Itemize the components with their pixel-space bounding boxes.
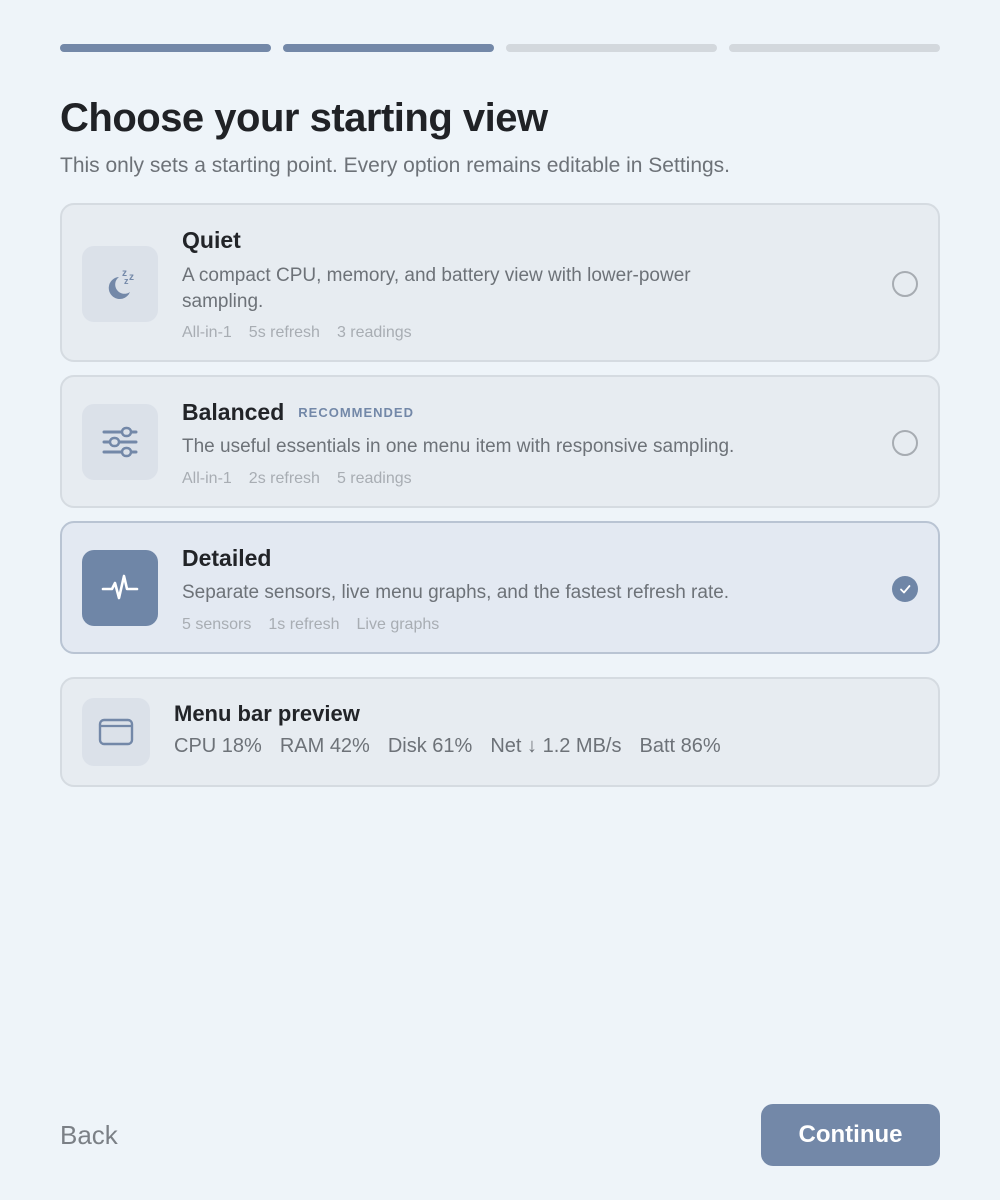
option-description: Separate sensors, live menu graphs, and … (182, 582, 730, 603)
option-radio-balanced[interactable] (892, 430, 918, 456)
meta-sensors: 5 sensors (182, 616, 252, 633)
option-card-balanced[interactable]: Balanced RECOMMENDED The useful essential… (60, 375, 940, 508)
option-radio-quiet[interactable] (892, 271, 918, 297)
option-card-quiet[interactable]: z z z Quiet A compact CPU, memory, and b… (60, 203, 940, 362)
moon-sleep-icon: z z z (82, 246, 158, 322)
option-name: Quiet (182, 227, 241, 253)
page-subtitle: This only sets a starting point. Every o… (60, 154, 731, 177)
meta-readings: 3 readings (336, 324, 412, 341)
stat-net: Net ↓ 1.2 MB/s (490, 735, 622, 757)
preview-stats: CPU 18% RAM 42% Disk 61% Net ↓ 1.2 MB/s … (174, 735, 721, 758)
option-description: The useful essentials in one menu item w… (182, 436, 735, 457)
option-meta: 5 sensors 1s refresh Live graphs (182, 616, 439, 634)
option-title: Balanced RECOMMENDED (182, 399, 414, 426)
stat-ram: RAM 42% (279, 735, 370, 757)
svg-text:z: z (124, 276, 129, 286)
meta-graphs: Live graphs (356, 616, 440, 633)
meta-layout: All-in-1 (182, 324, 232, 341)
continue-button[interactable]: Continue (761, 1104, 940, 1166)
progress-step-3 (506, 44, 717, 52)
menu-bar-preview: Menu bar preview CPU 18% RAM 42% Disk 61… (60, 677, 940, 787)
recommended-badge: RECOMMENDED (298, 405, 414, 420)
option-meta: All-in-1 2s refresh 5 readings (182, 470, 412, 488)
option-title: Detailed (182, 545, 271, 572)
meta-readings: 5 readings (336, 470, 412, 487)
option-card-detailed[interactable]: Detailed Separate sensors, live menu gra… (60, 521, 940, 654)
progress-step-2 (283, 44, 494, 52)
preview-title: Menu bar preview (174, 701, 360, 726)
progress-step-1 (60, 44, 271, 52)
meta-refresh: 5s refresh (248, 324, 320, 341)
meta-refresh: 1s refresh (268, 616, 340, 633)
option-radio-detailed[interactable] (892, 576, 918, 602)
step-progress (60, 44, 940, 52)
meta-layout: All-in-1 (182, 470, 232, 487)
stat-battery: Batt 86% (639, 735, 721, 757)
stat-cpu: CPU 18% (174, 735, 262, 757)
progress-step-4 (729, 44, 940, 52)
pulse-icon (82, 550, 158, 626)
stat-disk: Disk 61% (387, 735, 473, 757)
option-title: Quiet (182, 227, 241, 254)
option-name: Detailed (182, 545, 272, 571)
back-button[interactable]: Back (60, 1120, 118, 1151)
option-name: Balanced (182, 399, 285, 425)
check-icon (900, 585, 911, 594)
sliders-icon (82, 404, 158, 480)
page-title: Choose your starting view (60, 96, 548, 140)
option-description: A compact CPU, memory, and battery view … (182, 265, 691, 312)
meta-refresh: 2s refresh (248, 470, 320, 487)
svg-text:z: z (129, 272, 134, 283)
option-meta: All-in-1 5s refresh 3 readings (182, 324, 412, 342)
window-icon (82, 698, 150, 766)
